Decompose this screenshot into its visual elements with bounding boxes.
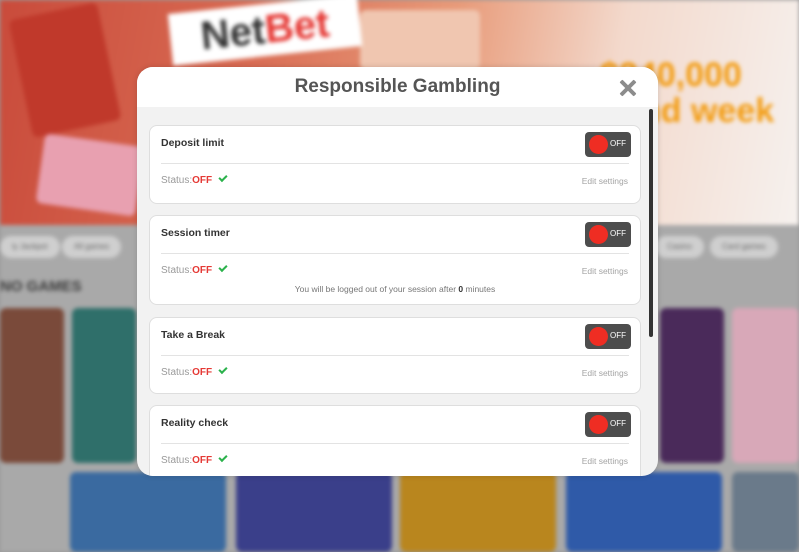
check-icon <box>218 172 228 183</box>
card-title: Deposit limit <box>161 137 225 149</box>
session-note-unit: minutes <box>463 284 496 294</box>
status-value: OFF <box>192 265 213 276</box>
reality-check-card: Reality check OFF Status:OFF Edit settin… <box>149 405 641 476</box>
game-tile[interactable] <box>236 472 392 552</box>
edit-settings-link[interactable]: Edit settings <box>582 456 628 466</box>
modal-header: Responsible Gambling <box>137 67 658 107</box>
hero-decor-card <box>8 1 122 139</box>
toggle-knob <box>589 135 608 154</box>
game-tile[interactable] <box>72 308 136 463</box>
check-icon <box>218 364 228 375</box>
logo-text-bet: Bet <box>262 1 332 52</box>
edit-settings-link[interactable]: Edit settings <box>582 368 628 378</box>
toggle-state: OFF <box>610 229 626 238</box>
toggle-knob <box>589 327 608 346</box>
card-title: Reality check <box>161 417 229 429</box>
deposit-limit-card: Deposit limit OFF Status:OFF Edit settin… <box>149 125 641 204</box>
status: Status:OFF <box>161 262 228 276</box>
take-a-break-toggle[interactable]: OFF <box>585 324 631 349</box>
toggle-knob <box>589 225 608 244</box>
modal-title: Responsible Gambling <box>294 76 501 97</box>
check-icon <box>218 262 228 273</box>
card-title: Session timer <box>161 227 230 239</box>
reality-check-toggle[interactable]: OFF <box>585 412 631 437</box>
filter-pill[interactable]: Card games <box>710 236 778 258</box>
status: Status:OFF <box>161 452 228 466</box>
status-label: Status: <box>161 265 193 276</box>
deposit-limit-toggle[interactable]: OFF <box>585 132 631 157</box>
toggle-state: OFF <box>610 139 626 148</box>
status-label: Status: <box>161 175 193 186</box>
logo-text-net: Net <box>198 8 268 59</box>
check-icon <box>218 452 228 463</box>
status-value: OFF <box>192 455 213 466</box>
game-tile[interactable] <box>566 472 722 552</box>
divider <box>161 253 629 254</box>
status: Status:OFF <box>161 172 228 186</box>
divider <box>161 163 629 164</box>
divider <box>161 355 629 356</box>
game-tile[interactable] <box>660 308 724 463</box>
edit-settings-link[interactable]: Edit settings <box>582 176 628 186</box>
filter-pill[interactable]: All games <box>62 236 122 258</box>
toggle-knob <box>589 415 608 434</box>
session-timer-card: Session timer OFF Status:OFF Edit settin… <box>149 215 641 305</box>
status-value: OFF <box>192 367 213 378</box>
toggle-state: OFF <box>610 331 626 340</box>
game-tile[interactable] <box>0 308 64 463</box>
game-tile[interactable] <box>732 472 799 552</box>
close-icon[interactable] <box>618 78 638 98</box>
section-title: NO GAMES <box>0 278 82 295</box>
filter-pill[interactable]: Casino <box>655 236 704 258</box>
hero-decor-card <box>360 10 480 70</box>
session-note-text: You will be logged out of your session a… <box>294 284 459 294</box>
hero-decor-card <box>35 133 145 217</box>
take-a-break-card: Take a Break OFF Status:OFF Edit setting… <box>149 317 641 394</box>
session-note: You will be logged out of your session a… <box>150 284 640 294</box>
hero-amount-line2: nd week <box>640 92 775 130</box>
divider <box>161 443 629 444</box>
game-tile[interactable] <box>732 308 799 463</box>
filter-pill[interactable]: ly Jackpot <box>0 236 60 258</box>
status-value: OFF <box>192 175 213 186</box>
game-tile[interactable] <box>70 472 226 552</box>
responsible-gambling-modal: Responsible Gambling Deposit limit OFF S… <box>137 67 658 476</box>
card-title: Take a Break <box>161 329 226 341</box>
status: Status:OFF <box>161 364 228 378</box>
netbet-logo: NetBet <box>167 0 363 66</box>
status-label: Status: <box>161 367 193 378</box>
scrollbar-thumb[interactable] <box>649 109 653 337</box>
game-tile[interactable] <box>400 472 556 552</box>
toggle-state: OFF <box>610 419 626 428</box>
edit-settings-link[interactable]: Edit settings <box>582 266 628 276</box>
status-label: Status: <box>161 455 193 466</box>
session-timer-toggle[interactable]: OFF <box>585 222 631 247</box>
